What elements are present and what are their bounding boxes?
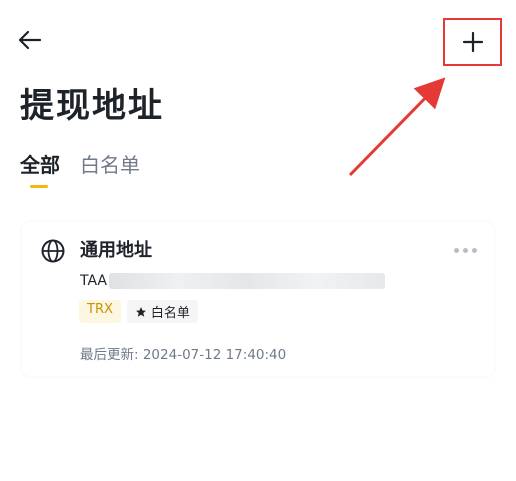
add-address-button[interactable] (443, 18, 502, 66)
address-prefix: TAA (80, 273, 108, 289)
network-badge: TRX (79, 300, 121, 323)
arrow-left-icon (18, 30, 42, 50)
tab-all-label: 全部 (20, 153, 60, 177)
tab-all[interactable]: 全部 (20, 149, 60, 192)
address-name: 通用地址 (80, 240, 152, 261)
tab-whitelist-label: 白名单 (80, 153, 140, 177)
address-redacted-blur (109, 273, 386, 289)
globe-icon (41, 239, 65, 263)
star-icon (135, 306, 146, 317)
last-updated-text: 最后更新: 2024-07-12 17:40:40 (80, 347, 287, 363)
whitelist-badge: 白名单 (126, 300, 198, 323)
badge-row: TRX 白名单 (79, 300, 198, 323)
more-options-button[interactable] (450, 240, 480, 260)
address-value: TAA (80, 272, 386, 290)
whitelist-badge-label: 白名单 (150, 306, 190, 321)
back-button[interactable] (18, 24, 54, 56)
active-tab-indicator (30, 185, 48, 188)
more-dots-icon (453, 247, 459, 253)
plus-icon (462, 31, 483, 53)
tab-whitelist[interactable]: 白名单 (80, 149, 140, 192)
page-title: 提现地址 (20, 86, 164, 126)
address-card[interactable]: 通用地址 TAA TRX 白名单 最后更新: 2024-07-12 17:40:… (22, 222, 494, 376)
tab-bar: 全部 白名单 (20, 149, 140, 192)
